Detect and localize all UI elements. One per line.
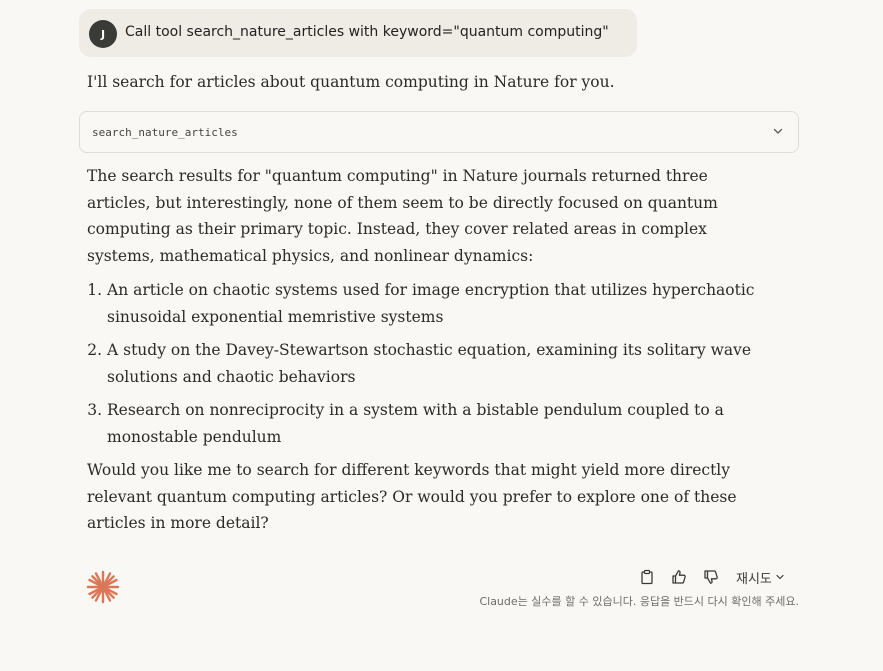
list-item: A study on the Davey-Stewartson stochast…	[107, 337, 767, 390]
response-closing: Would you like me to search for differen…	[87, 461, 737, 532]
thumbs-up-icon	[672, 570, 686, 584]
like-button[interactable]	[668, 566, 690, 588]
tool-call-name: search_nature_articles	[92, 126, 238, 139]
disclaimer-text: Claude는 실수를 할 수 있습니다. 응답을 반드시 다시 확인해 주세요…	[479, 595, 799, 608]
list-item: Research on nonreciprocity in a system w…	[107, 397, 767, 450]
assistant-response: The search results for "quantum computin…	[87, 163, 767, 537]
response-paragraph: The search results for "quantum computin…	[87, 167, 718, 265]
copy-button[interactable]	[636, 566, 658, 588]
clipboard-icon	[641, 569, 653, 585]
message-actions: 재시도	[636, 566, 785, 588]
dislike-button[interactable]	[700, 566, 722, 588]
user-message-bubble: J Call tool search_nature_articles with …	[79, 9, 637, 57]
retry-button[interactable]: 재시도	[736, 568, 785, 587]
claude-asterisk-icon	[86, 570, 120, 604]
assistant-intro: I'll search for articles about quantum c…	[87, 73, 615, 91]
tool-call-panel[interactable]: search_nature_articles	[79, 111, 799, 153]
avatar-initial: J	[100, 27, 106, 41]
chevron-down-icon	[776, 574, 784, 580]
results-list: An article on chaotic systems used for i…	[87, 277, 767, 450]
chevron-down-icon[interactable]	[772, 125, 784, 137]
user-message-text: Call tool search_nature_articles with ke…	[125, 24, 609, 40]
user-avatar: J	[89, 20, 117, 48]
list-item: An article on chaotic systems used for i…	[107, 277, 767, 330]
retry-label: 재시도	[736, 571, 772, 587]
thumbs-down-icon	[704, 570, 718, 584]
